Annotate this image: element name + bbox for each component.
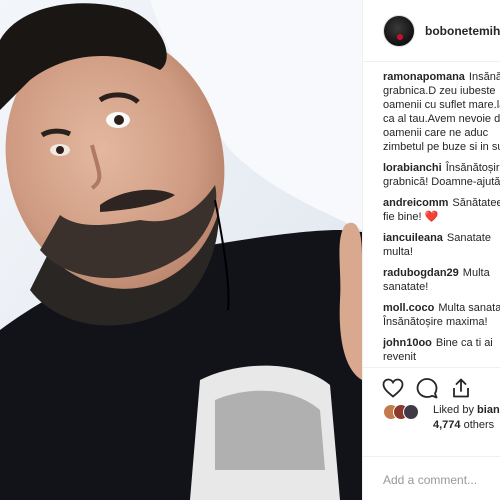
comment-username[interactable]: iancuileana (383, 232, 443, 244)
likes-summary[interactable]: Liked by bianca 4,774 others (383, 404, 500, 434)
selfie-image (0, 0, 362, 500)
liked-by-prefix: Liked by (433, 404, 474, 416)
comment-username[interactable]: lorabianchi (383, 162, 442, 174)
heart-icon[interactable] (381, 376, 405, 400)
comment-icon[interactable] (415, 376, 439, 400)
likes-count-suffix: others (463, 419, 495, 431)
avatar[interactable] (383, 15, 415, 47)
comment-username[interactable]: ramonapomana (383, 71, 465, 83)
add-comment-field[interactable]: Add a comment... (363, 456, 500, 500)
action-bar (363, 367, 500, 407)
comment-text: Insănătoșire grabnica.D zeu iubeste oame… (383, 71, 500, 153)
comment-item: iancuileana Sanatate multa! (383, 231, 500, 259)
comment-username[interactable]: moll.coco (383, 302, 434, 314)
post-sidebar: bobonetemiha ramonapomanaInsănătoșire gr… (362, 0, 500, 500)
share-icon[interactable] (449, 376, 473, 400)
likes-count[interactable]: 4,774 others (433, 419, 494, 431)
comment-item: radubogdan29 Multa sanatate! (383, 266, 500, 294)
comment-item: ramonapomanaInsănătoșire grabnica.D zeu … (383, 70, 500, 154)
post-photo[interactable] (0, 0, 362, 500)
comment-item: lorabianchi Însănătoșire grabnică! Doamne… (383, 161, 500, 189)
comment-username[interactable]: john10oo (383, 337, 432, 349)
comment-item: moll.cocoMulta sanatate! Însănătoșire ma… (383, 301, 500, 329)
comment-item: andreicommSănătatee! Să fie bine! ❤️ (383, 196, 500, 224)
likes-count-value: 4,774 (433, 419, 461, 431)
liked-by-text: Liked by bianca (433, 404, 500, 416)
comment-item: john10oo Bine ca ti ai revenit (383, 336, 500, 364)
post-header: bobonetemiha (363, 0, 500, 62)
add-comment-placeholder[interactable]: Add a comment... (383, 473, 477, 487)
comment-list: ramonapomanaInsănătoșire grabnica.D zeu … (383, 70, 500, 366)
liker-avatar (403, 404, 419, 420)
comment-username[interactable]: andreicomm (383, 197, 448, 209)
liked-by-user[interactable]: bianca (477, 404, 500, 416)
comment-username[interactable]: radubogdan29 (383, 267, 459, 279)
post-username[interactable]: bobonetemiha (425, 24, 500, 38)
